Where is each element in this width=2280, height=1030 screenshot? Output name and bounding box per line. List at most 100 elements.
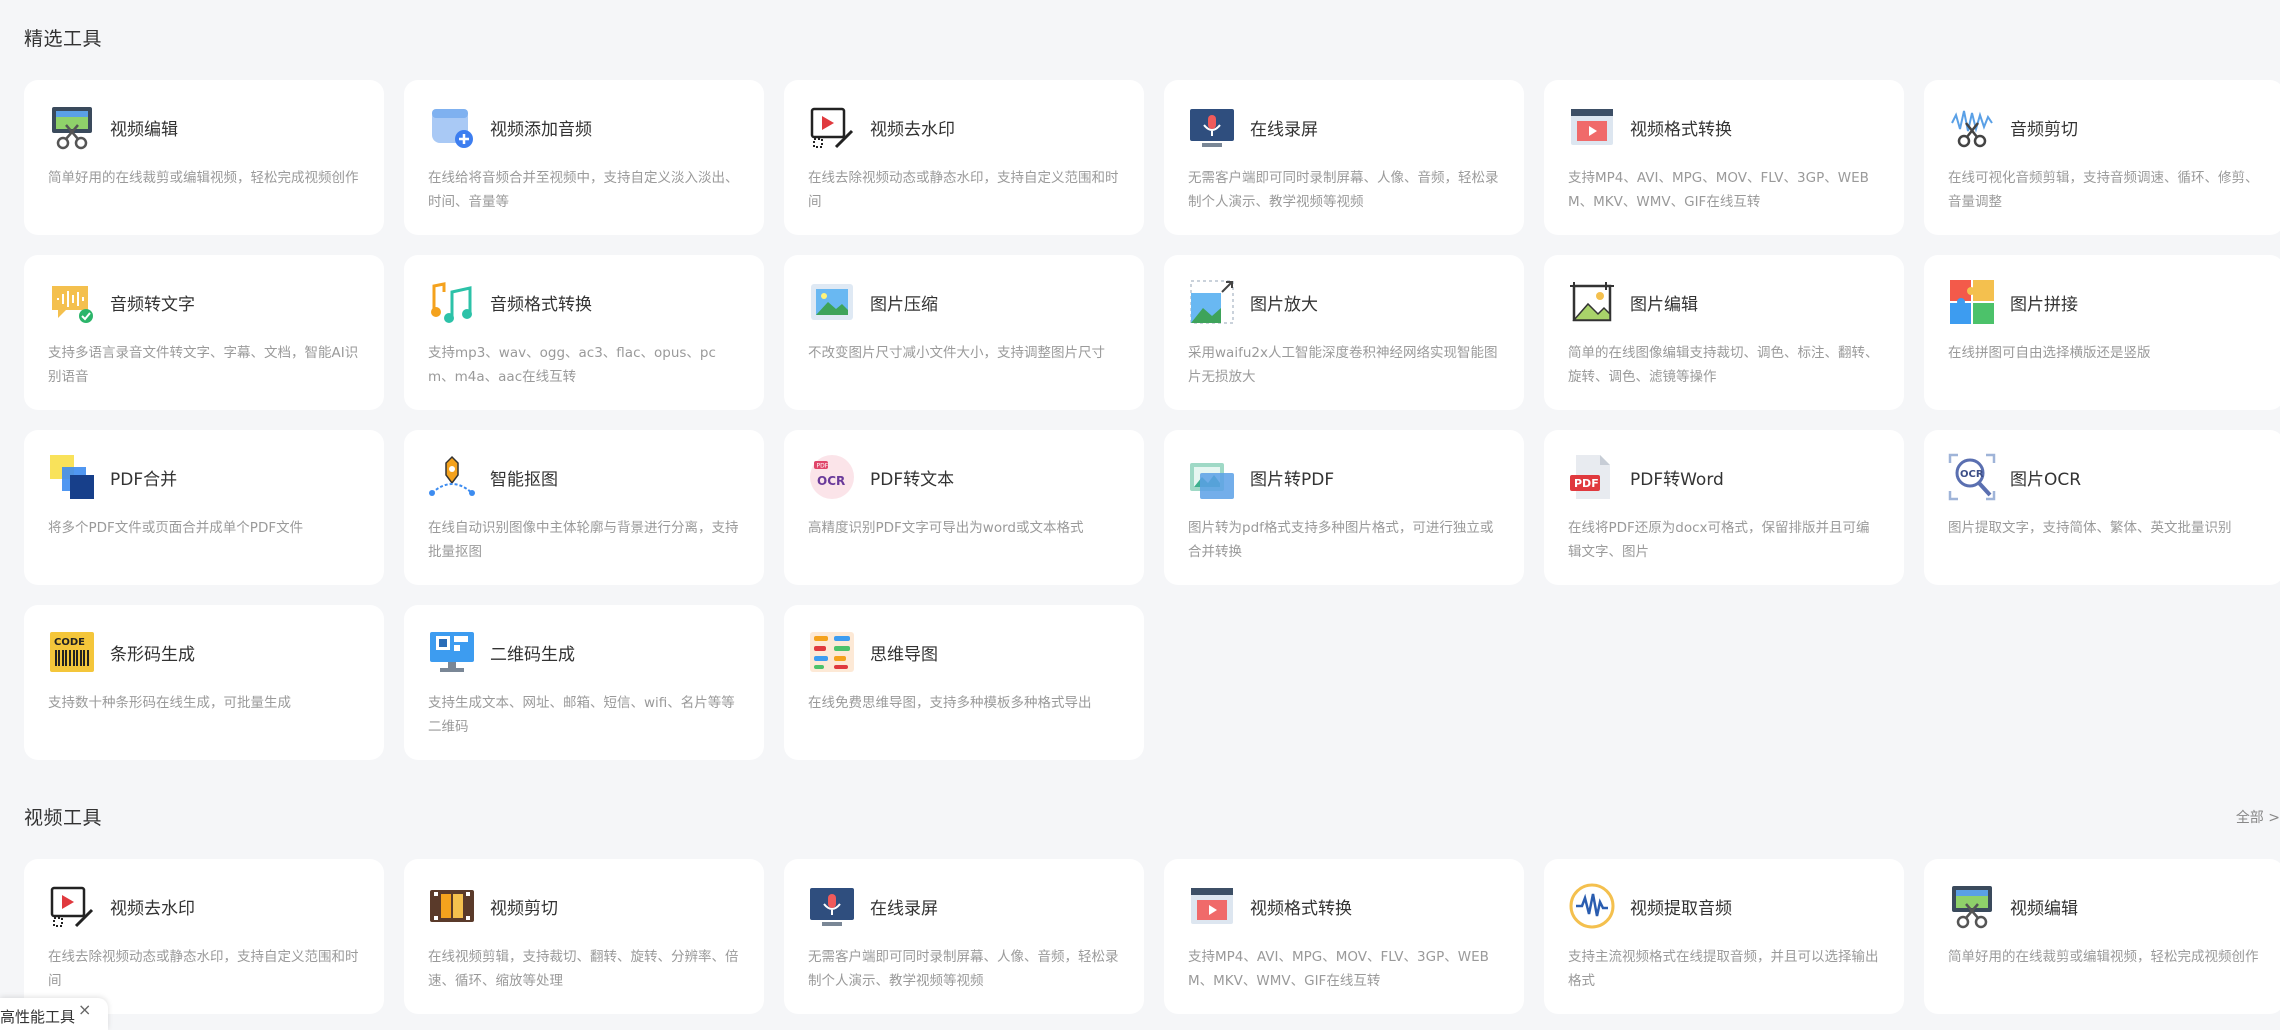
featured-tool-card[interactable]: 音频转文字 支持多语言录音文件转文字、字幕、文档，智能AI识别语音: [24, 255, 384, 410]
tool-title: 图片OCR: [2010, 469, 2082, 490]
tool-card-header: PDF OCR PDF转文本: [808, 452, 1120, 502]
tool-title: 视频格式转换: [1250, 898, 1352, 919]
featured-tool-card[interactable]: PDF PDF转Word 在线将PDF还原为docx可格式，保留排版并且可编辑文字、…: [1544, 430, 1904, 585]
tool-title: 图片编辑: [1630, 294, 1698, 315]
tool-card-header: 思维导图: [808, 627, 1120, 677]
tool-card-header: PDF合并: [48, 452, 360, 502]
video-add-audio-icon: [432, 109, 473, 148]
video-tools-grid: 视频去水印 在线去除视频动态或静态水印，支持自定义范围和时间 视频剪切 在线视频剪辑，…: [24, 859, 2280, 1014]
video-tool-card[interactable]: 视频格式转换 支持MP4、AVI、MPG、MOV、FLV、3GP、WEBM、MKV…: [1164, 859, 1524, 1014]
svg-text:CODE: CODE: [54, 637, 85, 648]
tool-card-header: 视频格式转换: [1568, 102, 1880, 152]
tool-title: 图片压缩: [870, 294, 938, 315]
tool-title: 思维导图: [870, 644, 938, 665]
tool-card-header: 二维码生成: [428, 627, 740, 677]
barcode-icon: CODE: [50, 632, 94, 672]
tool-card-header: 图片压缩: [808, 277, 1120, 327]
tool-title: 图片放大: [1250, 294, 1318, 315]
tool-title: 视频格式转换: [1630, 119, 1732, 140]
featured-tool-card[interactable]: 二维码生成 支持生成文本、网址、邮箱、短信、wifi、名片等等二维码: [404, 605, 764, 760]
featured-tool-card[interactable]: 图片拼接在线拼图可自由选择横版还是竖版: [1924, 255, 2280, 410]
pdf-merge-icon: [50, 455, 94, 499]
featured-tool-card[interactable]: 图片转PDF 图片转为pdf格式支持多种图片格式，可进行独立或合并转换: [1164, 430, 1524, 585]
video-all-link[interactable]: 全部 >: [2236, 807, 2280, 827]
video-tool-card[interactable]: 视频剪切 在线视频剪辑，支持裁切、翻转、旋转、分辨率、倍速、循环、缩放等处理: [404, 859, 764, 1014]
tool-title: PDF转Word: [1630, 469, 1724, 490]
svg-text:OCR: OCR: [817, 474, 845, 488]
video-extract-audio-icon: [1569, 883, 1615, 929]
tool-description: 在线去除视频动态或静态水印，支持自定义范围和时间: [48, 949, 359, 989]
tool-card-header: OCR 图片OCR: [1948, 452, 2260, 502]
tool-card-header: 视频去水印: [48, 881, 360, 931]
featured-tool-card[interactable]: 音频格式转换 支持mp3、wav、ogg、ac3、flac、opus、pcm、m4…: [404, 255, 764, 410]
tool-title: 音频格式转换: [490, 294, 592, 315]
video-tool-card[interactable]: 在线录屏 无需客户端即可同时录制屏幕、人像、音频，轻松录制个人演示、教学视频等视频: [784, 859, 1144, 1014]
video-tool-card[interactable]: 视频提取音频 支持主流视频格式在线提取音频，并且可以选择输出格式: [1544, 859, 1904, 1014]
tool-card-header: 图片拼接: [1948, 277, 2260, 327]
image-compress-icon: [811, 284, 853, 320]
featured-tool-card[interactable]: 视频添加音频在线给将音频合并至视频中，支持自定义淡入淡出、时间、音量等: [404, 80, 764, 235]
featured-tool-card[interactable]: 智能抠图在线自动识别图像中主体轮廓与背景进行分离，支持批量抠图: [404, 430, 764, 585]
tool-description: 不改变图片尺寸减小文件大小，支持调整图片尺寸: [808, 345, 1105, 361]
tool-description: 支持MP4、AVI、MPG、MOV、FLV、3GP、WEBM、MKV、WMV、G…: [1568, 170, 1869, 210]
tool-card-header: PDF PDF转Word: [1568, 452, 1880, 502]
video-cut-icon: [430, 890, 474, 922]
tool-card-header: 视频编辑: [1948, 881, 2260, 931]
tool-description: 图片转为pdf格式支持多种图片格式，可进行独立或合并转换: [1188, 520, 1494, 560]
tool-card-header: 在线录屏: [1188, 102, 1500, 152]
tool-card-header: 视频去水印: [808, 102, 1120, 152]
tool-title: 智能抠图: [490, 469, 558, 490]
featured-tool-card[interactable]: CODE 条形码生成 支持数十种条形码在线生成，可批量生成: [24, 605, 384, 760]
image-collage-icon: [1950, 280, 1994, 324]
video-convert-icon: [1571, 109, 1613, 145]
floating-panel-label[interactable]: 高性能工具: [0, 1006, 75, 1027]
qrcode-icon: [430, 632, 474, 672]
tool-description: 图片提取文字，支持简体、繁体、英文批量识别: [1948, 520, 2232, 536]
tool-title: 二维码生成: [490, 644, 575, 665]
featured-tool-card[interactable]: 图片压缩不改变图片尺寸减小文件大小，支持调整图片尺寸: [784, 255, 1144, 410]
tool-title: 音频转文字: [110, 294, 195, 315]
featured-tool-card[interactable]: 思维导图在线免费思维导图，支持多种模板多种格式导出: [784, 605, 1144, 760]
tool-card-header: 图片放大: [1188, 277, 1500, 327]
tool-description: 采用waifu2x人工智能深度卷积神经网络实现智能图片无损放大: [1188, 345, 1498, 385]
tool-description: 在线自动识别图像中主体轮廓与背景进行分离，支持批量抠图: [428, 520, 739, 560]
featured-tool-card[interactable]: OCR 图片OCR 图片提取文字，支持简体、繁体、英文批量识别: [1924, 430, 2280, 585]
tool-title: 在线录屏: [870, 898, 938, 919]
featured-tool-card[interactable]: 音频剪切 在线可视化音频剪辑，支持音频调速、循环、修剪、音量调整: [1924, 80, 2280, 235]
svg-text:PDF: PDF: [1574, 477, 1599, 490]
featured-tool-card[interactable]: 在线录屏 无需客户端即可同时录制屏幕、人像、音频，轻松录制个人演示、教学视频等视频: [1164, 80, 1524, 235]
tool-description: 在线给将音频合并至视频中，支持自定义淡入淡出、时间、音量等: [428, 170, 739, 210]
audio-cut-icon: [1951, 110, 1993, 148]
tool-description: 在线拼图可自由选择横版还是竖版: [1948, 345, 2151, 361]
pdf-to-text-icon: PDF OCR: [810, 455, 854, 499]
tool-card-header: 视频添加音频: [428, 102, 740, 152]
featured-tool-card[interactable]: PDF OCR PDF转文本 高精度识别PDF文字可导出为word或文本格式: [784, 430, 1144, 585]
tool-card-header: CODE 条形码生成: [48, 627, 360, 677]
video-tool-card[interactable]: 视频去水印在线去除视频动态或静态水印，支持自定义范围和时间: [24, 859, 384, 1014]
tool-description: 简单好用的在线裁剪或编辑视频，轻松完成视频创作: [1948, 949, 2259, 965]
tool-card-header: 音频转文字: [48, 277, 360, 327]
tool-card-header: 在线录屏: [808, 881, 1120, 931]
tool-title: 视频去水印: [870, 119, 955, 140]
close-icon[interactable]: ×: [78, 1000, 91, 1019]
tool-title: PDF合并: [110, 469, 178, 490]
tool-card-header: 图片编辑: [1568, 277, 1880, 327]
featured-tool-card[interactable]: 视频编辑 简单好用的在线裁剪或编辑视频，轻松完成视频创作: [24, 80, 384, 235]
tool-description: 在线免费思维导图，支持多种模板多种格式导出: [808, 695, 1092, 711]
video-convert-icon: [1191, 888, 1233, 924]
tool-card-header: 视频提取音频: [1568, 881, 1880, 931]
video-edit-icon: [52, 107, 92, 150]
featured-tool-card[interactable]: 图片编辑 简单的在线图像编辑支持裁切、调色、标注、翻转、旋转、调色、滤镜等操作: [1544, 255, 1904, 410]
tool-card-header: 图片转PDF: [1188, 452, 1500, 502]
audio-to-text-icon: [52, 286, 93, 323]
image-ocr-icon: OCR: [1948, 453, 1996, 501]
tool-description: 在线视频剪辑，支持裁切、翻转、旋转、分辨率、倍速、循环、缩放等处理: [428, 949, 739, 989]
tool-description: 简单好用的在线裁剪或编辑视频，轻松完成视频创作: [48, 170, 359, 186]
tool-description: 高精度识别PDF文字可导出为word或文本格式: [808, 520, 1084, 536]
video-tool-card[interactable]: 视频编辑简单好用的在线裁剪或编辑视频，轻松完成视频创作: [1924, 859, 2280, 1014]
featured-tool-card[interactable]: 视频格式转换支持MP4、AVI、MPG、MOV、FLV、3GP、WEBM、MKV…: [1544, 80, 1904, 235]
featured-tool-card[interactable]: 图片放大采用waifu2x人工智能深度卷积神经网络实现智能图片无损放大: [1164, 255, 1524, 410]
featured-tool-card[interactable]: PDF合并 将多个PDF文件或页面合并成单个PDF文件: [24, 430, 384, 585]
featured-tool-card[interactable]: 视频去水印 在线去除视频动态或静态水印，支持自定义范围和时间: [784, 80, 1144, 235]
svg-text:PDF: PDF: [817, 463, 829, 470]
